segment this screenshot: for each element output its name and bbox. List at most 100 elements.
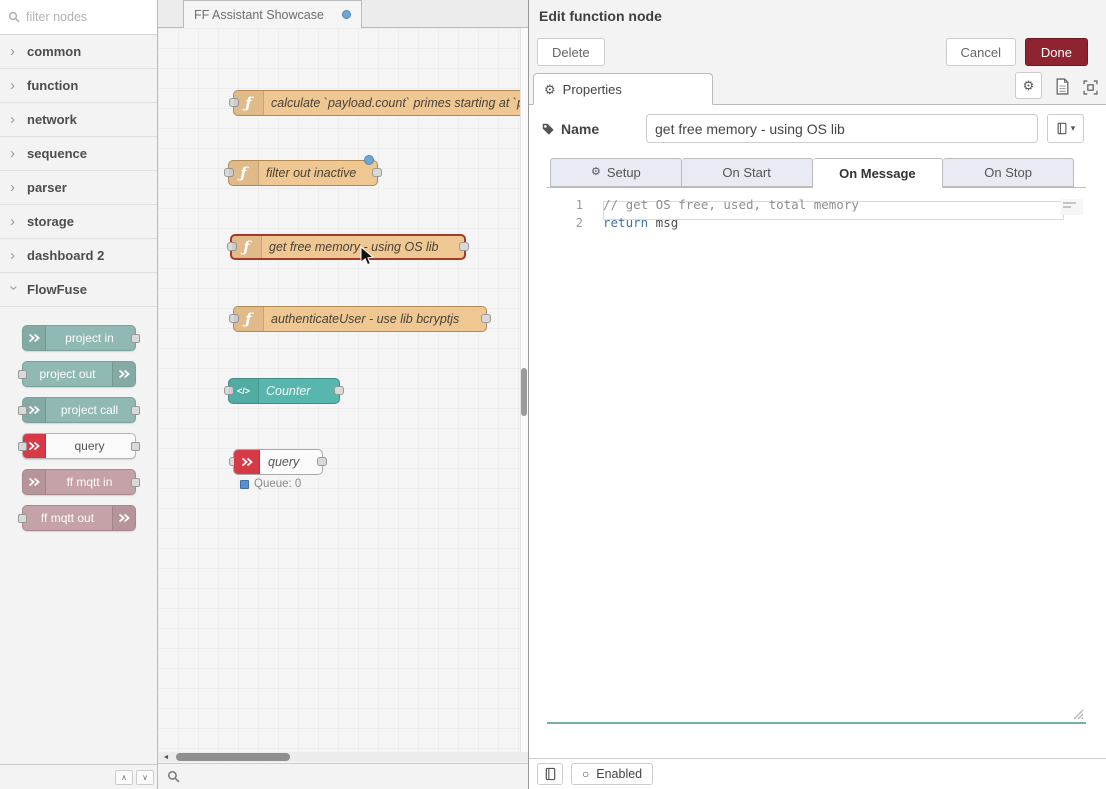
output-port[interactable] [131, 406, 140, 415]
book-icon [1056, 122, 1068, 135]
canvas-vertical-scrollbar[interactable] [520, 28, 528, 752]
output-port[interactable] [317, 457, 327, 466]
chevron-right-icon: › [10, 78, 18, 93]
flow-modified-dot-icon [342, 10, 351, 19]
node-settings-button[interactable]: ⚙ [1015, 72, 1042, 99]
line-number: 2 [547, 214, 603, 232]
palette-filter-input[interactable] [26, 10, 136, 24]
code-editor[interactable]: 1 // get OS free, used, total memory 2 r… [547, 196, 1086, 724]
tab-on-start[interactable]: On Start [682, 158, 813, 187]
node-query[interactable]: query [233, 449, 323, 475]
canvas-horizontal-scrollbar[interactable]: ◄ [158, 752, 528, 762]
code-line: 2 return msg [547, 214, 1086, 232]
expand-categories-button[interactable]: ∨ [136, 770, 154, 785]
node-counter[interactable]: </> Counter [228, 378, 340, 404]
category-label: function [27, 78, 78, 93]
palette-category-common[interactable]: › common [0, 35, 157, 69]
editor-resize-grip[interactable] [1072, 708, 1084, 720]
enabled-radio-icon: ○ [582, 768, 589, 780]
collapse-categories-button[interactable]: ∧ [115, 770, 133, 785]
flow-tab-label: FF Assistant Showcase [194, 8, 342, 22]
gear-icon: ⚙ [591, 167, 601, 178]
palette-category-parser[interactable]: › parser [0, 171, 157, 205]
label-options-button[interactable]: ▾ [1047, 114, 1084, 143]
tab-label: On Stop [984, 165, 1032, 180]
horizontal-scroll-thumb[interactable] [176, 753, 290, 761]
palette-category-function[interactable]: › function [0, 69, 157, 103]
output-port[interactable] [372, 168, 382, 177]
code-comment: // get OS free, used, total memory [603, 197, 859, 212]
enabled-toggle[interactable]: ○ Enabled [571, 763, 653, 785]
chevron-down-icon: › [7, 286, 22, 294]
tab-on-stop[interactable]: On Stop [943, 158, 1074, 187]
delete-button[interactable]: Delete [537, 38, 605, 66]
node-label: calculate `payload.count` primes startin… [234, 96, 528, 110]
palette-node-ff-mqtt-in[interactable]: ff mqtt in [22, 469, 136, 495]
palette-node-label: project call [45, 403, 135, 417]
navigator-button[interactable] [164, 768, 182, 785]
tab-properties[interactable]: ⚙ Properties [533, 73, 713, 105]
output-port[interactable] [131, 334, 140, 343]
tray-footer: ○ Enabled [529, 758, 1106, 789]
caret-down-icon: ▾ [1071, 123, 1076, 134]
scroll-left-icon[interactable]: ◄ [160, 752, 172, 762]
code-keyword: return [603, 215, 648, 230]
input-port[interactable] [18, 406, 27, 415]
tab-setup[interactable]: ⚙ Setup [550, 158, 682, 187]
tab-on-message[interactable]: On Message [813, 158, 944, 188]
chevron-right-icon: › [10, 214, 18, 229]
output-port[interactable] [459, 242, 469, 251]
name-input[interactable] [646, 114, 1038, 143]
name-label: Name [561, 121, 599, 137]
node-get-free-memory[interactable]: ƒ get free memory - using OS lib [230, 234, 466, 260]
docs-icon[interactable] [1055, 78, 1070, 95]
palette-node-ff-mqtt-out[interactable]: ff mqtt out [22, 505, 136, 531]
palette-category-flowfuse[interactable]: › FlowFuse [0, 273, 157, 307]
palette-category-storage[interactable]: › storage [0, 205, 157, 239]
chevron-right-icon: › [10, 248, 18, 263]
flow-tab[interactable]: FF Assistant Showcase [183, 0, 362, 28]
chevron-right-icon: › [10, 44, 18, 59]
category-label: network [27, 112, 77, 127]
collapse-up-icon: ∧ [121, 773, 127, 782]
palette-node-label: project out [23, 367, 113, 381]
output-port[interactable] [131, 478, 140, 487]
function-icon: ƒ [234, 91, 264, 115]
library-button[interactable] [537, 763, 563, 785]
input-port[interactable] [18, 514, 27, 523]
node-filter-out-inactive[interactable]: ƒ filter out inactive [228, 160, 378, 186]
chevron-right-icon: › [10, 180, 18, 195]
node-calculate-primes[interactable]: ƒ calculate `payload.count` primes start… [233, 90, 528, 116]
gear-icon: ⚙ [544, 83, 556, 96]
input-port[interactable] [18, 370, 27, 379]
palette-node-project-call[interactable]: project call [22, 397, 136, 423]
done-button[interactable]: Done [1025, 38, 1088, 66]
expand-down-icon: ∨ [142, 773, 148, 782]
output-port[interactable] [481, 314, 491, 323]
palette-category-sequence[interactable]: › sequence [0, 137, 157, 171]
output-port[interactable] [131, 442, 140, 451]
input-port[interactable] [18, 442, 27, 451]
flow-canvas[interactable]: ƒ calculate `payload.count` primes start… [158, 28, 528, 763]
tray-title: Edit function node [539, 8, 662, 24]
palette-category-dashboard2[interactable]: › dashboard 2 [0, 239, 157, 273]
chevron-right-icon: › [10, 112, 18, 127]
palette-node-project-out[interactable]: project out [22, 361, 136, 387]
expand-editor-icon[interactable] [1083, 80, 1098, 95]
editor-minimap[interactable] [1061, 199, 1083, 215]
palette-node-label: ff mqtt out [23, 511, 113, 525]
palette-category-network[interactable]: › network [0, 103, 157, 137]
tab-label: On Start [722, 165, 770, 180]
output-port[interactable] [334, 386, 344, 395]
vertical-scroll-thumb[interactable] [521, 368, 527, 416]
line-number: 1 [547, 196, 603, 214]
cancel-button[interactable]: Cancel [946, 38, 1016, 66]
enabled-label: Enabled [596, 767, 642, 781]
function-icon: ƒ [229, 161, 259, 185]
palette-node-query[interactable]: query [22, 433, 136, 459]
palette-node-project-in[interactable]: project in [22, 325, 136, 351]
node-authenticate-user[interactable]: ƒ authenticateUser - use lib bcryptjs [233, 306, 487, 332]
palette: › common › function › network › sequence… [0, 0, 158, 789]
tab-properties-label: Properties [563, 82, 622, 97]
node-label: authenticateUser - use lib bcryptjs [234, 312, 469, 326]
